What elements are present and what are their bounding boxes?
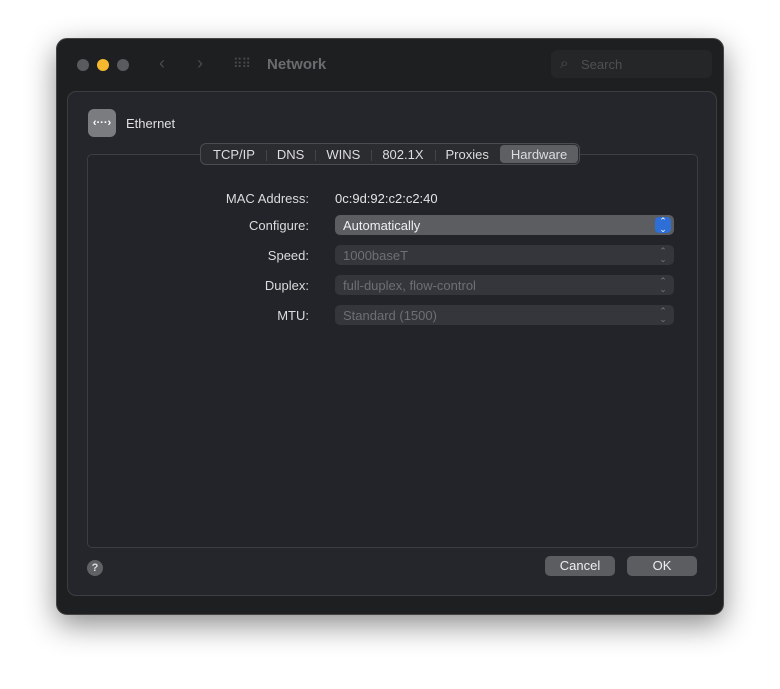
mtu-select[interactable]: Standard (1500) ⌃ ⌄: [335, 305, 674, 325]
duplex-select[interactable]: full-duplex, flow-control ⌃ ⌄: [335, 275, 674, 295]
hardware-panel: MAC Address: 0c:9d:92:c2:c2:40 Configure…: [87, 154, 698, 548]
chevron-updown-icon: ⌃ ⌄: [655, 217, 671, 234]
tab-dns[interactable]: DNS: [265, 145, 315, 163]
service-name: Ethernet: [126, 116, 176, 131]
window-title: Network: [267, 56, 327, 73]
back-icon[interactable]: ‹: [159, 53, 165, 74]
mtu-label: MTU:: [277, 308, 309, 323]
search-placeholder: Search: [581, 57, 623, 72]
grid-icon[interactable]: ⠿⠿: [233, 56, 251, 72]
advanced-sheet: ‹···› Ethernet TCP/IP DNS WINS 802.1X Pr…: [67, 91, 717, 596]
mac-label: MAC Address:: [225, 191, 309, 206]
speed-value: 1000baseT: [343, 248, 409, 263]
configure-label: Configure:: [249, 218, 309, 233]
forward-icon[interactable]: ›: [197, 53, 203, 74]
chevron-updown-icon: ⌃ ⌄: [659, 246, 667, 264]
search-icon: ⌕: [560, 55, 569, 72]
tab-wins[interactable]: WINS: [315, 145, 371, 163]
tab-8021x[interactable]: 802.1X: [371, 145, 434, 163]
ethernet-icon: ‹···›: [88, 109, 116, 137]
search-input[interactable]: ⌕ Search: [551, 50, 712, 78]
duplex-label: Duplex:: [264, 278, 309, 293]
close-window-button[interactable]: [77, 59, 89, 71]
minimize-window-button[interactable]: [97, 59, 109, 71]
speed-select[interactable]: 1000baseT ⌃ ⌄: [335, 245, 674, 265]
configure-select[interactable]: Automatically ⌃ ⌄: [335, 215, 674, 235]
tab-hardware[interactable]: Hardware: [499, 145, 579, 163]
tab-bar: TCP/IP DNS WINS 802.1X Proxies Hardware: [200, 143, 581, 165]
cancel-button[interactable]: Cancel: [545, 556, 615, 576]
mac-value: 0c:9d:92:c2:c2:40: [335, 191, 438, 206]
tab-tcpip[interactable]: TCP/IP: [202, 145, 266, 163]
chevron-updown-icon: ⌃ ⌄: [659, 276, 667, 294]
ok-button[interactable]: OK: [627, 556, 697, 576]
zoom-window-button[interactable]: [117, 59, 129, 71]
speed-label: Speed:: [267, 248, 309, 263]
tab-proxies[interactable]: Proxies: [434, 145, 500, 163]
help-button[interactable]: ?: [87, 560, 103, 576]
chevron-updown-icon: ⌃ ⌄: [659, 306, 667, 324]
configure-value: Automatically: [343, 218, 421, 233]
duplex-value: full-duplex, flow-control: [343, 278, 476, 293]
network-window: ‹ › ⠿⠿ Network ⌕ Search ‹···› Ethernet TC…: [56, 38, 724, 615]
mtu-value: Standard (1500): [343, 308, 437, 323]
